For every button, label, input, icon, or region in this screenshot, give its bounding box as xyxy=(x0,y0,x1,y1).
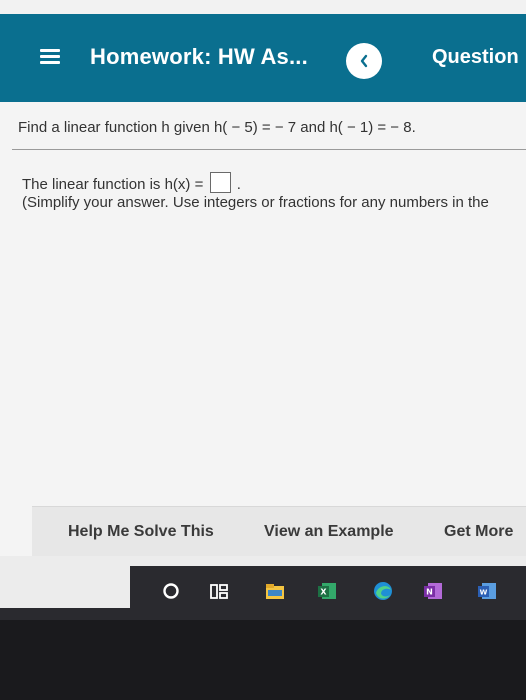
onenote-icon[interactable]: N xyxy=(422,580,444,602)
help-action-bar: Help Me Solve This View an Example Get M… xyxy=(32,506,526,557)
app-header: Homework: HW As... Question xyxy=(0,14,526,102)
edge-browser-icon[interactable] xyxy=(372,580,394,602)
question-label[interactable]: Question xyxy=(432,46,519,69)
chevron-left-icon xyxy=(360,54,368,68)
previous-question-button[interactable] xyxy=(346,43,382,79)
question-prompt: Find a linear function h given h( − 5) =… xyxy=(18,119,416,136)
hamburger-menu-icon[interactable] xyxy=(40,49,60,65)
screen: Homework: HW As... Question Find a linea… xyxy=(0,0,526,700)
taskbar-base xyxy=(0,608,526,620)
excel-icon[interactable]: X xyxy=(316,580,338,602)
file-explorer-icon[interactable] xyxy=(264,580,286,602)
task-view-icon[interactable] xyxy=(208,580,230,602)
question-content: Find a linear function h given h( − 5) =… xyxy=(0,102,526,608)
view-example-button[interactable]: View an Example xyxy=(264,523,394,541)
answer-suffix: . xyxy=(236,176,241,193)
content-divider xyxy=(12,149,526,150)
excel-letter: X xyxy=(320,588,327,597)
monitor-bezel xyxy=(0,620,526,700)
word-icon[interactable]: W xyxy=(476,580,498,602)
answer-line: The linear function is h(x) = . xyxy=(22,172,241,193)
search-circle-icon[interactable] xyxy=(160,580,182,602)
help-me-solve-button[interactable]: Help Me Solve This xyxy=(68,523,214,541)
answer-input-box[interactable] xyxy=(209,172,231,193)
answer-hint: (Simplify your answer. Use integers or f… xyxy=(22,194,489,211)
top-bezel-strip xyxy=(0,0,526,14)
onenote-letter: N xyxy=(426,588,433,597)
word-letter: W xyxy=(480,589,488,597)
get-more-help-button[interactable]: Get More xyxy=(444,523,513,541)
answer-prefix: The linear function is h(x) = xyxy=(22,176,204,193)
homework-title: Homework: HW As... xyxy=(90,44,308,69)
